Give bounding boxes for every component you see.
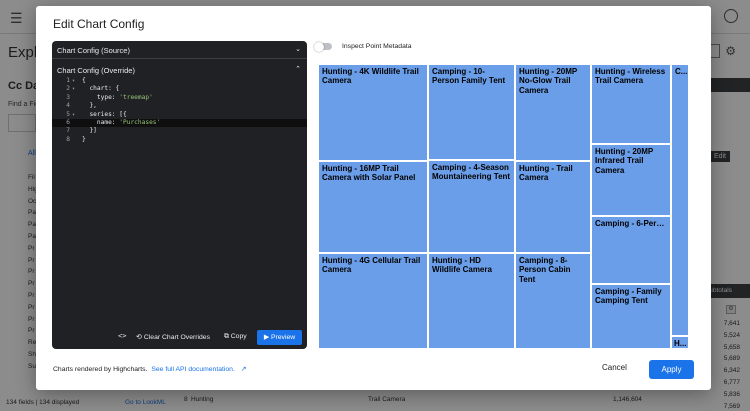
code-text: { [82, 77, 86, 85]
override-section-label: Chart Config (Override) [57, 66, 135, 75]
treemap-cell[interactable]: Hunting - 20MP No-Glow Trail Camera [515, 64, 591, 161]
code-line[interactable]: 5 ▾ series: [{ [52, 111, 307, 119]
code-editor[interactable]: 1 ▾{2 ▾ chart: {3 type: 'treemap' 4 }, 5 ▾ se… [52, 77, 307, 144]
line-number: 6 [66, 118, 70, 126]
code-line[interactable]: 3 type: 'treemap' [52, 94, 307, 102]
history-icon: ⟲ [136, 334, 142, 341]
code-line[interactable]: 7 }] [52, 127, 307, 135]
line-number: 5 [66, 110, 70, 118]
treemap-label: H... [674, 338, 687, 348]
treemap-cell[interactable]: Camping - 6-Person... [591, 216, 671, 284]
editor-toolbar: <> ⟲ Clear Chart Overrides ⧉ Copy ▶ Previ… [52, 327, 307, 349]
clear-overrides-button[interactable]: ⟲ Clear Chart Overrides [136, 333, 210, 341]
treemap-label: Hunting - 20MP Infrared Trail Camera [595, 147, 654, 175]
treemap-chart: Hunting - 4K Wildlife Trail Camera Huntin… [318, 64, 689, 349]
cancel-button[interactable]: Cancel [602, 363, 627, 372]
treemap-label: Camping - 4-Season Mountaineering Tent [432, 163, 511, 182]
line-number: 1 [66, 77, 70, 84]
preview-label: Preview [270, 334, 296, 341]
treemap-cell[interactable]: H... [671, 336, 689, 349]
external-link-icon[interactable]: ↗ [241, 366, 247, 373]
code-format-icon[interactable]: <> [118, 332, 126, 340]
code-line[interactable]: 6 name: 'Purchases' [52, 118, 307, 128]
treemap-cell[interactable]: Hunting - Trail Camera [515, 161, 591, 253]
treemap-cell[interactable]: Camping - 8-Person Cabin Tent [515, 253, 591, 349]
code-token: chart: { [82, 85, 120, 93]
code-token: { [82, 77, 86, 84]
footer-text: Charts rendered by Highcharts. See full … [53, 365, 247, 373]
source-section-header[interactable]: Chart Config (Source) ⌄ [52, 41, 307, 59]
code-line[interactable]: 4 }, [52, 102, 307, 110]
treemap-cell[interactable]: Hunting - 16MP Trail Camera with Solar P… [318, 161, 428, 253]
treemap-label: Hunting - HD Wildlife Camera [432, 256, 492, 275]
play-icon: ▶ [263, 334, 270, 341]
inspect-metadata-toggle[interactable] [314, 42, 332, 52]
chevron-down-icon[interactable]: ⌄ [295, 45, 301, 53]
source-section-label: Chart Config (Source) [57, 46, 130, 55]
override-section-header[interactable]: Chart Config (Override) ⌃ [52, 61, 307, 77]
chevron-up-icon[interactable]: ⌃ [295, 65, 301, 73]
treemap-cell[interactable]: C... [671, 64, 689, 336]
copy-label: Copy [230, 333, 247, 340]
code-line[interactable]: 1 ▾ { [52, 77, 307, 85]
code-string: 'treemap' [119, 93, 153, 101]
code-text: chart: { [82, 85, 119, 93]
copy-button[interactable]: ⧉ Copy [224, 333, 247, 341]
copy-icon: ⧉ [224, 333, 229, 340]
treemap-label: Camping - 8-Person Cabin Tent [519, 256, 571, 284]
code-token: }, [82, 102, 97, 110]
treemap-label: C... [675, 67, 688, 76]
fold-icon[interactable]: ▾ [72, 85, 75, 93]
code-text: }] [82, 127, 97, 135]
code-text: name: 'Purchases' [82, 119, 160, 127]
code-text: type: 'treemap' [82, 94, 153, 102]
config-editor: Chart Config (Source) ⌄ Chart Config (Ov… [52, 41, 307, 349]
fold-icon[interactable]: ▾ [72, 77, 75, 85]
treemap-label: Camping - Family Camping Tent [595, 287, 662, 306]
dialog-title: Edit Chart Config [53, 17, 145, 31]
code-token: name: [82, 118, 120, 126]
treemap-cell[interactable]: Hunting - 20MP Infrared Trail Camera [591, 144, 671, 216]
treemap-label: Hunting - 20MP No-Glow Trail Camera [519, 67, 578, 95]
preview-button[interactable]: ▶ Preview [257, 330, 302, 345]
line-number: 3 [66, 93, 70, 101]
treemap-label: Hunting - 16MP Trail Camera with Solar P… [322, 164, 416, 183]
code-token: type: [82, 93, 120, 101]
code-string: 'Purchases' [119, 118, 161, 126]
line-number: 8 [66, 135, 70, 143]
code-line[interactable]: 2 ▾ chart: { [52, 85, 307, 93]
treemap-label: Hunting - 4G Cellular Trail Camera [322, 256, 421, 275]
apply-button[interactable]: Apply [649, 360, 694, 379]
treemap-cell[interactable]: Camping - 10-Person Family Tent [428, 64, 515, 160]
treemap-cell[interactable]: Hunting - Wireless Trail Camera [591, 64, 671, 144]
highcharts-credit: Charts rendered by Highcharts. [53, 366, 148, 373]
line-number: 2 [66, 85, 70, 93]
treemap-label: Hunting - Trail Camera [519, 164, 573, 183]
treemap-cell[interactable]: Hunting - 4G Cellular Trail Camera [318, 253, 428, 349]
code-text: }, [82, 102, 97, 110]
code-text: } [82, 136, 86, 144]
fold-icon[interactable]: ▾ [72, 111, 75, 119]
treemap-label: Hunting - Wireless Trail Camera [595, 67, 666, 86]
code-text: series: [{ [82, 110, 127, 119]
toggle-knob [314, 42, 324, 52]
treemap-cell[interactable]: Camping - Family Camping Tent [591, 284, 671, 349]
line-number: 7 [66, 127, 70, 135]
treemap-cell[interactable]: Hunting - 4K Wildlife Trail Camera [318, 64, 428, 161]
treemap-cell[interactable]: Camping - 4-Season Mountaineering Tent [428, 160, 515, 253]
api-doc-link[interactable]: See full API documentation. [151, 366, 235, 373]
clear-overrides-label: Clear Chart Overrides [143, 334, 210, 341]
edit-chart-config-dialog: Edit Chart Config Chart Config (Source) … [36, 6, 711, 390]
code-token: } [82, 135, 86, 143]
code-token: }] [82, 127, 97, 135]
treemap-label: Camping - 6-Person... [595, 219, 670, 228]
code-token: series: [{ [82, 110, 127, 118]
inspect-metadata-label: Inspect Point Metadata [342, 43, 412, 50]
treemap-label: Hunting - 4K Wildlife Trail Camera [322, 67, 419, 86]
code-line[interactable]: 8} [52, 136, 307, 144]
treemap-cell[interactable]: Hunting - HD Wildlife Camera [428, 253, 515, 349]
line-number: 4 [66, 102, 70, 110]
treemap-label: Camping - 10-Person Family Tent [432, 67, 506, 86]
